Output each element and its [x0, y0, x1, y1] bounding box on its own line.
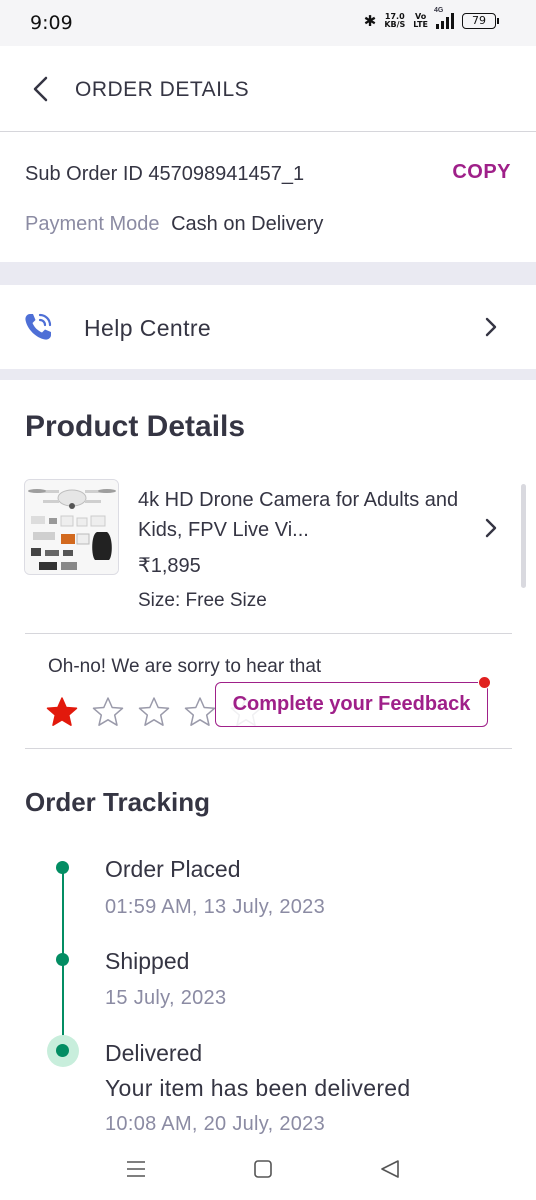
star-icon-2[interactable]	[92, 696, 124, 728]
drone-image	[25, 480, 118, 574]
help-centre-label: Help Centre	[84, 315, 212, 341]
sub-order-id: Sub Order ID 457098941457_1	[25, 163, 305, 185]
divider	[25, 633, 512, 634]
star-icon-4[interactable]	[184, 696, 216, 728]
tracking-step-label: Shipped	[105, 948, 190, 974]
chevron-right-icon[interactable]	[484, 518, 498, 538]
network-speed: 17.0 KB/S	[384, 12, 406, 29]
tracking-step-date: 10:08 AM, 20 July, 2023	[105, 1113, 326, 1135]
menu-icon[interactable]	[124, 1157, 148, 1181]
home-icon[interactable]	[251, 1157, 275, 1181]
tracking-dot	[56, 1044, 69, 1057]
product-name[interactable]: 4k HD Drone Camera for Adults and Kids, …	[138, 485, 468, 545]
scrollbar[interactable]	[521, 484, 526, 588]
tracking-step-label: Order Placed	[105, 856, 241, 882]
section-divider	[0, 369, 536, 380]
status-icons: ✱ 17.0 KB/S Vo LTE 4G 79	[363, 7, 499, 30]
feedback-message: Oh-no! We are sorry to hear that	[48, 656, 322, 677]
app-header: ORDER DETAILS	[0, 46, 536, 132]
tracking-dot	[56, 861, 69, 874]
back-triangle-icon[interactable]	[378, 1157, 402, 1181]
page-title: ORDER DETAILS	[75, 78, 250, 101]
order-tracking-title: Order Tracking	[25, 787, 210, 817]
battery-icon: 79	[462, 13, 499, 29]
volte-icon: Vo LTE	[413, 12, 428, 29]
star-icon-3[interactable]	[138, 696, 170, 728]
copy-button[interactable]: COPY	[452, 161, 511, 184]
signal-icon: 4G	[434, 7, 454, 29]
notification-dot	[478, 676, 491, 689]
product-size: Size: Free Size	[138, 590, 267, 611]
chevron-left-icon[interactable]	[30, 76, 54, 102]
complete-feedback-button[interactable]: Complete your Feedback	[215, 682, 488, 727]
system-nav-bar	[0, 1140, 536, 1200]
bluetooth-icon: ✱	[363, 13, 377, 30]
chevron-right-icon	[485, 317, 497, 337]
tracking-step-description: Your item has been delivered	[105, 1075, 411, 1101]
payment-mode: Payment Mode Cash on Delivery	[25, 213, 324, 235]
tracking-step-date: 15 July, 2023	[105, 987, 227, 1009]
star-icon-1[interactable]	[46, 696, 78, 728]
product-image[interactable]	[24, 479, 119, 575]
help-centre-row[interactable]: Help Centre	[0, 285, 520, 369]
tracking-step-date: 01:59 AM, 13 July, 2023	[105, 896, 326, 918]
product-price: ₹1,895	[138, 555, 201, 577]
section-divider	[0, 262, 536, 285]
divider	[25, 748, 512, 749]
product-details-title: Product Details	[25, 410, 246, 443]
tracking-dot	[56, 953, 69, 966]
status-time: 9:09	[30, 12, 73, 34]
status-bar: 9:09 ✱ 17.0 KB/S Vo LTE 4G 79	[0, 0, 536, 46]
tracking-step-label: Delivered	[105, 1040, 203, 1066]
phone-icon	[25, 313, 52, 340]
